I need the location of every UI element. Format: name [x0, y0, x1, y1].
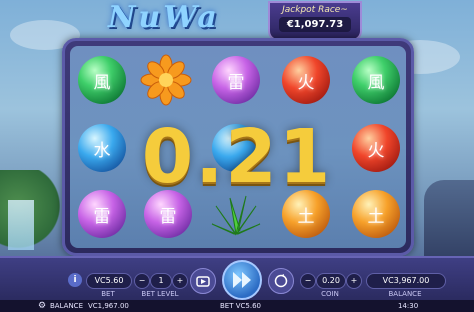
symbol-earth-orb: 土 — [352, 190, 400, 238]
turbo-button[interactable] — [268, 268, 294, 294]
background-waterfall — [8, 200, 34, 250]
symbol-lotus-flower — [140, 54, 192, 106]
bet-level-value-display: 1 — [150, 273, 172, 289]
jackpot-race-panel: Jackpot Race~ €1,097.73 — [268, 1, 362, 41]
status-balance-value: VC1,967.00 — [88, 302, 129, 310]
info-icon: i — [73, 275, 77, 285]
symbol-wind-orb: 風 — [352, 56, 400, 104]
jackpot-title: Jackpot Race~ — [282, 5, 348, 15]
status-balance-label: BALANCE — [50, 302, 83, 310]
status-bet-text: BET VC5.60 — [220, 302, 261, 310]
info-button[interactable]: i — [68, 273, 82, 287]
symbol-wind-orb: 風 — [78, 56, 126, 104]
win-amount: 0.21 — [141, 114, 333, 200]
balance-label: BALANCE — [388, 290, 422, 298]
bet-label: BET — [101, 290, 115, 298]
bet-value-display: VC5.60 — [86, 273, 132, 289]
symbol-fire-orb: 火 — [352, 124, 400, 172]
balance-value-display: VC3,967.00 — [366, 273, 446, 289]
bet-level-minus-button[interactable]: − — [134, 273, 150, 289]
bet-level-label: BET LEVEL — [141, 290, 179, 298]
lotus-icon — [140, 54, 192, 106]
status-clock: 14:30 — [398, 302, 419, 310]
game-logo: NuWa — [108, 0, 220, 35]
spin-button[interactable] — [222, 260, 262, 300]
coin-value-display: 0.20 — [316, 273, 346, 289]
symbol-thunder-orb: 雷 — [78, 190, 126, 238]
coin-label: COIN — [321, 290, 339, 298]
turbo-icon — [274, 274, 288, 288]
bet-level-plus-button[interactable]: + — [172, 273, 188, 289]
autoplay-button[interactable] — [190, 268, 216, 294]
coin-plus-button[interactable]: + — [346, 273, 362, 289]
status-bar: ⚙ BALANCE VC1,967.00 BET VC5.60 14:30 — [0, 300, 474, 312]
autoplay-icon — [196, 276, 210, 287]
coin-minus-button[interactable]: − — [300, 273, 316, 289]
settings-icon[interactable]: ⚙ — [38, 300, 46, 312]
symbol-thunder-orb: 雷 — [212, 56, 260, 104]
symbol-water-orb: 水 — [78, 124, 126, 172]
symbol-fire-orb: 火 — [282, 56, 330, 104]
spin-icon — [233, 272, 251, 288]
jackpot-value: €1,097.73 — [279, 17, 351, 32]
